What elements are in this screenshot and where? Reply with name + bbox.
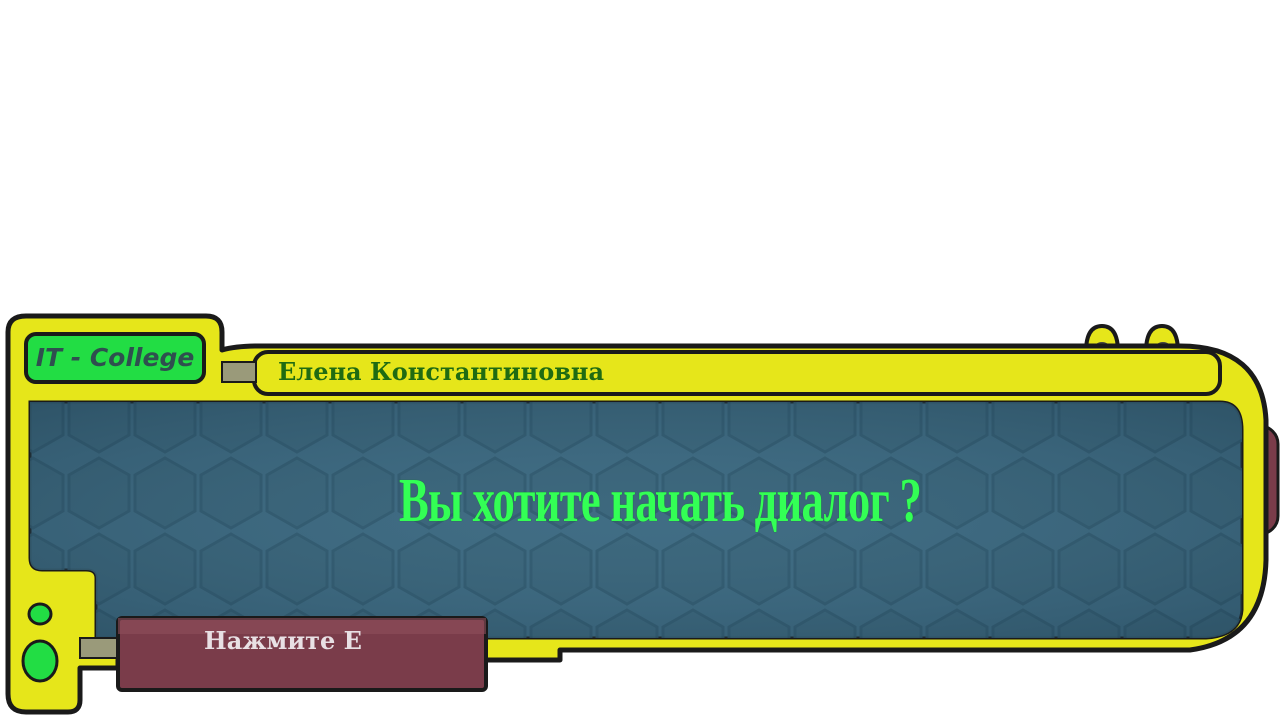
college-label: IT - College xyxy=(35,343,195,372)
big-green-light-icon xyxy=(21,639,59,683)
small-green-light-icon xyxy=(27,602,53,626)
dialog-screen: IT - College Елена Константиновна Вы хот… xyxy=(0,0,1280,720)
dialog-question: Вы хотите начать диалог ? xyxy=(398,467,922,535)
press-e-label: Нажмите E xyxy=(204,626,362,655)
speaker-name: Елена Константиновна xyxy=(278,357,605,386)
